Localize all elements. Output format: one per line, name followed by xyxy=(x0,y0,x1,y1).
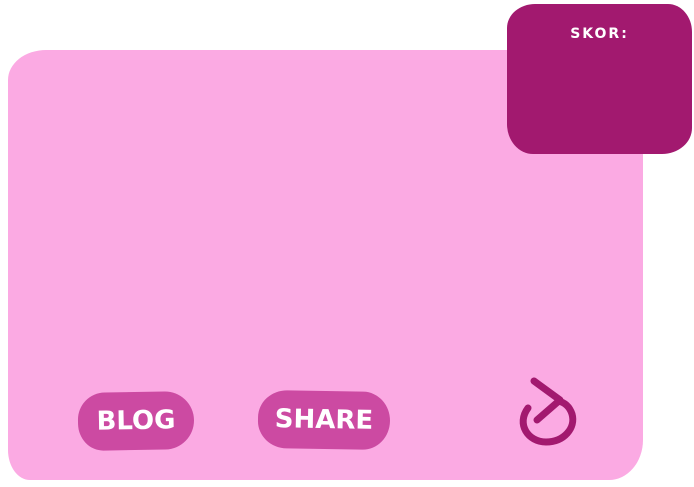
blog-button[interactable]: BLOG xyxy=(77,390,195,452)
restart-button[interactable] xyxy=(506,372,586,452)
share-button[interactable]: SHARE xyxy=(257,389,391,451)
restart-icon xyxy=(519,377,577,446)
game-stage: SKOR: BLOG SHARE xyxy=(0,0,694,487)
score-panel: SKOR: xyxy=(507,4,692,154)
score-label: SKOR: xyxy=(570,26,629,42)
